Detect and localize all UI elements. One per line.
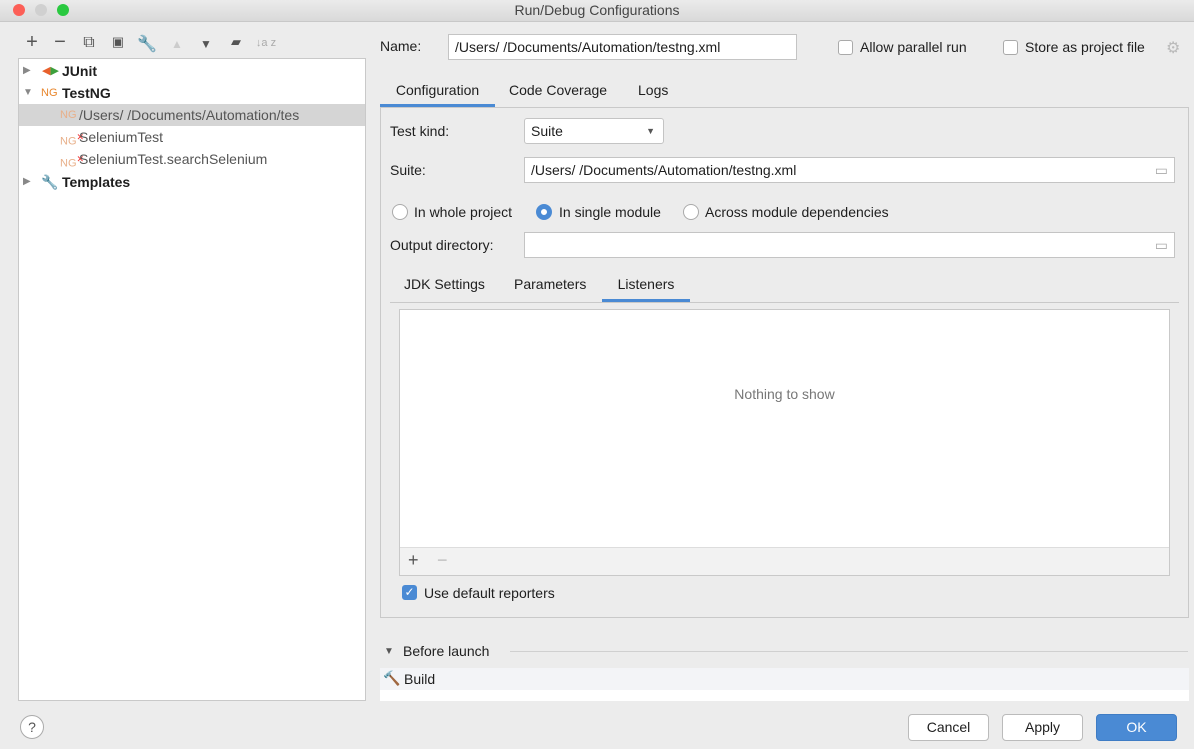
empty-message: Nothing to show <box>734 386 835 402</box>
subtab-jdk-settings[interactable]: JDK Settings <box>404 276 485 292</box>
test-kind-value: Suite <box>531 123 563 139</box>
zoom-window-button[interactable] <box>57 4 69 16</box>
folder-icon[interactable]: ▭ <box>1155 158 1168 182</box>
close-window-button[interactable] <box>13 4 25 16</box>
suite-input[interactable]: /Users/ /Documents/Automation/testng.xml… <box>524 157 1175 183</box>
tree-item-selenium-test[interactable]: NG✕ SeleniumTest <box>19 126 365 148</box>
wrench-icon: 🔧 <box>41 174 59 190</box>
tree-item-testng-config[interactable]: NG/Users/ /Documents/Automation/tes <box>19 104 365 126</box>
allow-parallel-label: Allow parallel run <box>860 39 967 55</box>
output-directory-label: Output directory: <box>390 237 494 253</box>
remove-listener-button[interactable]: − <box>437 550 448 571</box>
folder-add-icon[interactable]: ▰ <box>226 34 246 50</box>
radio-whole-project-label: In whole project <box>414 204 513 220</box>
add-listener-button[interactable]: + <box>408 550 419 571</box>
divider <box>510 651 1188 652</box>
cancel-button[interactable]: Cancel <box>908 714 989 741</box>
suite-label: Suite: <box>390 162 426 178</box>
suite-value: /Users/ /Documents/Automation/testng.xml <box>531 162 797 178</box>
name-label: Name: <box>380 38 422 54</box>
store-project-file-label: Store as project file <box>1025 39 1145 55</box>
tree-item-search-selenium[interactable]: NG✕ SeleniumTest.searchSelenium <box>19 148 365 170</box>
config-tree[interactable]: ▶ ◀▶ JUnit ▼ NG TestNG NG/Users/ /Documents/… <box>18 58 366 701</box>
before-launch-label: Before launch <box>403 643 490 659</box>
copy-icon[interactable]: ⧉ <box>79 34 99 52</box>
chevron-down-icon: ▼ <box>646 126 655 136</box>
add-icon[interactable]: + <box>22 31 42 54</box>
save-icon[interactable]: ▣ <box>108 34 128 50</box>
help-button[interactable]: ? <box>20 715 44 739</box>
radio-across-modules[interactable] <box>683 204 699 220</box>
listeners-toolbar <box>400 547 1169 575</box>
radio-across-modules-label: Across module dependencies <box>705 204 889 220</box>
subtab-listeners[interactable]: Listeners <box>602 270 690 302</box>
tree-item-templates[interactable]: ▶ 🔧 Templates <box>19 171 365 193</box>
folder-icon[interactable]: ▭ <box>1155 233 1168 257</box>
tree-item-testng[interactable]: ▼ NG TestNG <box>19 82 365 104</box>
minimize-window-button[interactable] <box>35 4 47 16</box>
move-down-icon[interactable]: ▼ <box>196 37 216 51</box>
move-up-icon[interactable]: ▲ <box>167 37 187 51</box>
use-default-reporters-label: Use default reporters <box>424 585 555 601</box>
remove-icon[interactable]: − <box>50 31 70 54</box>
ok-button[interactable]: OK <box>1096 714 1177 741</box>
name-input[interactable]: /Users/ /Documents/Automation/testng.xml <box>448 34 797 60</box>
window-title: Run/Debug Configurations <box>514 2 680 18</box>
before-launch-list[interactable]: 🔨 Build <box>380 668 1189 701</box>
testng-icon: NG <box>41 87 58 99</box>
collapse-arrow-icon[interactable]: ▼ <box>384 646 394 657</box>
allow-parallel-checkbox[interactable] <box>838 40 853 55</box>
listeners-table[interactable]: Nothing to show + − <box>399 309 1170 576</box>
sort-icon[interactable]: ↓a z <box>252 37 280 49</box>
radio-whole-project[interactable] <box>392 204 408 220</box>
test-kind-select[interactable]: Suite ▼ <box>524 118 664 144</box>
tab-configuration[interactable]: Configuration <box>380 80 495 107</box>
use-default-reporters-checkbox[interactable]: ✓ <box>402 585 417 600</box>
output-directory-input[interactable]: ▭ <box>524 232 1175 258</box>
wrench-icon[interactable]: 🔧 <box>137 34 157 54</box>
hammer-icon: 🔨 <box>383 670 401 686</box>
store-project-file-checkbox[interactable] <box>1003 40 1018 55</box>
tree-item-junit[interactable]: ▶ ◀▶ JUnit <box>19 60 365 82</box>
gear-icon[interactable]: ⚙ <box>1166 38 1180 58</box>
tab-logs[interactable]: Logs <box>638 80 668 107</box>
radio-single-module[interactable] <box>536 204 552 220</box>
radio-single-module-label: In single module <box>559 204 661 220</box>
apply-button[interactable]: Apply <box>1002 714 1083 741</box>
subtab-parameters[interactable]: Parameters <box>514 276 586 292</box>
test-kind-label: Test kind: <box>390 123 450 139</box>
subtab-divider <box>390 302 1179 303</box>
tab-code-coverage[interactable]: Code Coverage <box>509 80 607 107</box>
build-item[interactable]: Build <box>404 671 435 687</box>
title-bar: Run/Debug Configurations <box>0 0 1194 22</box>
